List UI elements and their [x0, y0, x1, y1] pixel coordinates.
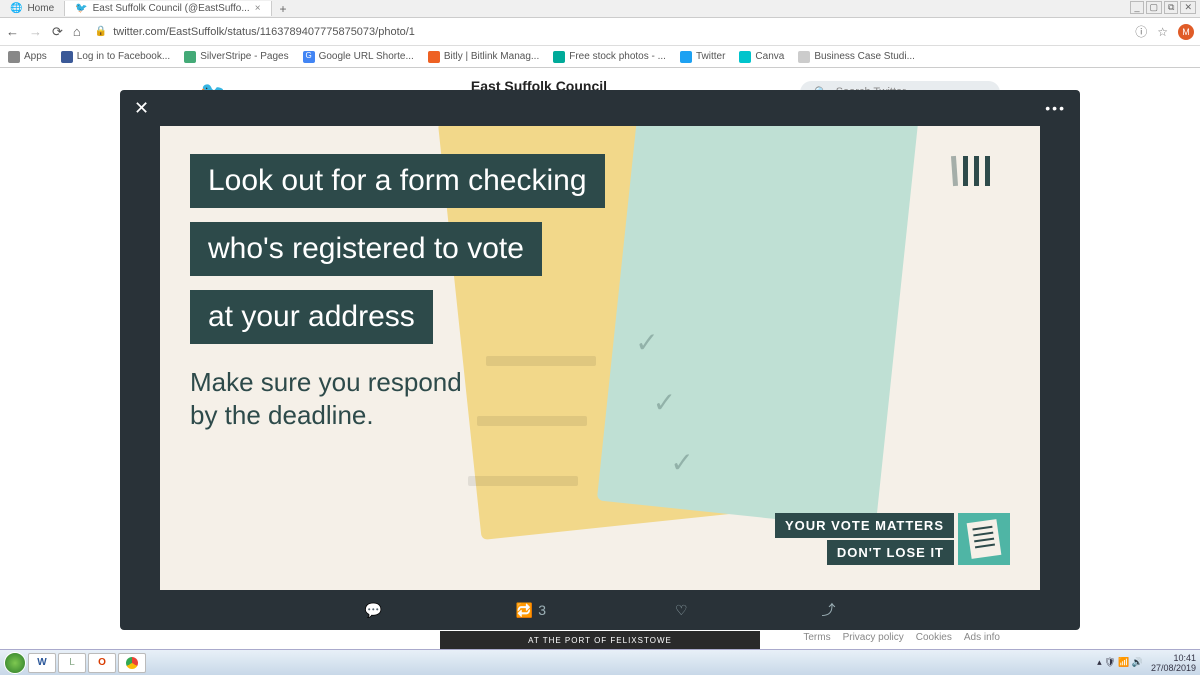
maximize-button[interactable]: ▢	[1146, 1, 1163, 14]
media-viewer-overlay: ✕ ••• ✓ ✓ ✓ Look out for a form checking…	[120, 90, 1080, 630]
media-content: ✓ ✓ ✓ Look out for a form checking who's…	[120, 126, 1080, 590]
system-tray[interactable]: ▴ 🛡 📶 🔊 10:41 27/08/2019	[1097, 653, 1196, 673]
footer-privacy[interactable]: Privacy policy	[843, 632, 904, 643]
close-overlay-button[interactable]: ✕	[134, 98, 149, 119]
close-window-button[interactable]: ✕	[1180, 1, 1196, 14]
share-button[interactable]: ⤴	[822, 600, 836, 620]
clock-date: 27/08/2019	[1151, 663, 1196, 673]
bookmark-stock-photos[interactable]: Free stock photos - ...	[553, 51, 666, 63]
vote-label-2: DON'T LOSE IT	[827, 540, 954, 565]
twitter-icon: 🐦	[75, 3, 87, 14]
footer-terms[interactable]: Terms	[803, 632, 830, 643]
footer-cookies[interactable]: Cookies	[916, 632, 952, 643]
profile-avatar[interactable]: M	[1178, 24, 1194, 40]
close-tab-icon[interactable]: ×	[255, 3, 261, 14]
decor-line	[477, 416, 587, 426]
bookmark-business-case[interactable]: Business Case Studi...	[798, 51, 915, 63]
new-tab-button[interactable]: +	[272, 2, 295, 16]
like-button[interactable]: ♡	[675, 602, 693, 619]
tab-home[interactable]: 🌐 Home	[0, 1, 65, 16]
minimize-button[interactable]: _	[1130, 1, 1143, 14]
bookmark-apps[interactable]: Apps	[8, 51, 47, 63]
back-button[interactable]: ←	[6, 24, 19, 40]
tab-label: Home	[27, 3, 54, 14]
footer-ads[interactable]: Ads info	[964, 632, 1000, 643]
start-button[interactable]	[4, 652, 26, 674]
tray-icons[interactable]: ▴ 🛡 📶 🔊	[1097, 657, 1143, 668]
taskbar-outlook[interactable]: O	[88, 653, 116, 673]
subtext: Make sure you respond by the deadline.	[190, 366, 462, 431]
bookmark-twitter[interactable]: Twitter	[680, 51, 725, 63]
tab-label: East Suffolk Council (@EastSuffo...	[93, 3, 250, 14]
check-icon: ✓	[653, 386, 676, 419]
check-icon: ✓	[635, 326, 658, 359]
site-info-icon[interactable]: ⓘ	[1135, 23, 1147, 40]
tally-marks-icon	[952, 156, 990, 186]
heart-icon: ♡	[675, 602, 688, 619]
bookmarks-bar: Apps Log in to Facebook... SilverStripe …	[0, 46, 1200, 68]
globe-icon: 🌐	[10, 3, 22, 14]
chrome-icon	[126, 657, 138, 669]
tab-twitter[interactable]: 🐦 East Suffolk Council (@EastSuffo... ×	[65, 1, 271, 16]
poster-image: ✓ ✓ ✓ Look out for a form checking who's…	[160, 126, 1040, 590]
restore-button[interactable]: ⧉	[1164, 1, 1178, 14]
bookmark-bitly[interactable]: Bitly | Bitlink Manag...	[428, 51, 539, 63]
address-bar: ← → ⟳ ⌂ 🔒 twitter.com/EastSuffolk/status…	[0, 18, 1200, 46]
taskbar-word[interactable]: W	[28, 653, 56, 673]
reload-button[interactable]: ⟳	[52, 24, 63, 40]
home-button[interactable]: ⌂	[73, 24, 81, 40]
headline-1: Look out for a form checking	[190, 154, 605, 208]
clock-time: 10:41	[1151, 653, 1196, 663]
decor-line	[468, 476, 578, 486]
promo-banner: AT THE PORT OF FELIXSTOWE	[440, 631, 760, 649]
decor-line	[486, 356, 596, 366]
url-text: twitter.com/EastSuffolk/status/116378940…	[113, 26, 415, 38]
bookmark-google-url[interactable]: GGoogle URL Shorte...	[303, 51, 414, 63]
tweet-action-bar: 💬 🔁3 ♡ ⤴	[120, 590, 1080, 630]
window-controls: _ ▢ ⧉ ✕	[1130, 1, 1196, 14]
forward-button[interactable]: →	[29, 24, 42, 40]
reply-icon: 💬	[364, 602, 381, 619]
ballot-icon	[958, 513, 1010, 565]
reply-button[interactable]: 💬	[364, 602, 386, 619]
vote-matters-badge: YOUR VOTE MATTERS DON'T LOSE IT	[775, 513, 1010, 565]
headline-3: at your address	[190, 290, 433, 344]
check-icon: ✓	[670, 446, 693, 479]
bookmark-canva[interactable]: Canva	[739, 51, 784, 63]
taskbar-app-2[interactable]: L	[58, 653, 86, 673]
windows-taskbar: W L O ▴ 🛡 📶 🔊 10:41 27/08/2019	[0, 649, 1200, 675]
taskbar-chrome[interactable]	[118, 653, 146, 673]
browser-tabstrip: 🌐 Home 🐦 East Suffolk Council (@EastSuff…	[0, 0, 1200, 18]
vote-label-1: YOUR VOTE MATTERS	[775, 513, 954, 538]
bookmark-star-icon[interactable]: ☆	[1157, 25, 1168, 39]
share-icon: ⤴	[822, 600, 836, 620]
bookmark-silverstripe[interactable]: SilverStripe - Pages	[184, 51, 288, 63]
headline-2: who's registered to vote	[190, 222, 542, 276]
url-input[interactable]: 🔒 twitter.com/EastSuffolk/status/1163789…	[89, 24, 1127, 40]
retweet-button[interactable]: 🔁3	[516, 602, 546, 619]
lock-icon: 🔒	[95, 26, 107, 37]
more-options-button[interactable]: •••	[1045, 100, 1066, 116]
retweet-icon: 🔁	[516, 602, 533, 619]
bookmark-facebook[interactable]: Log in to Facebook...	[61, 51, 170, 63]
